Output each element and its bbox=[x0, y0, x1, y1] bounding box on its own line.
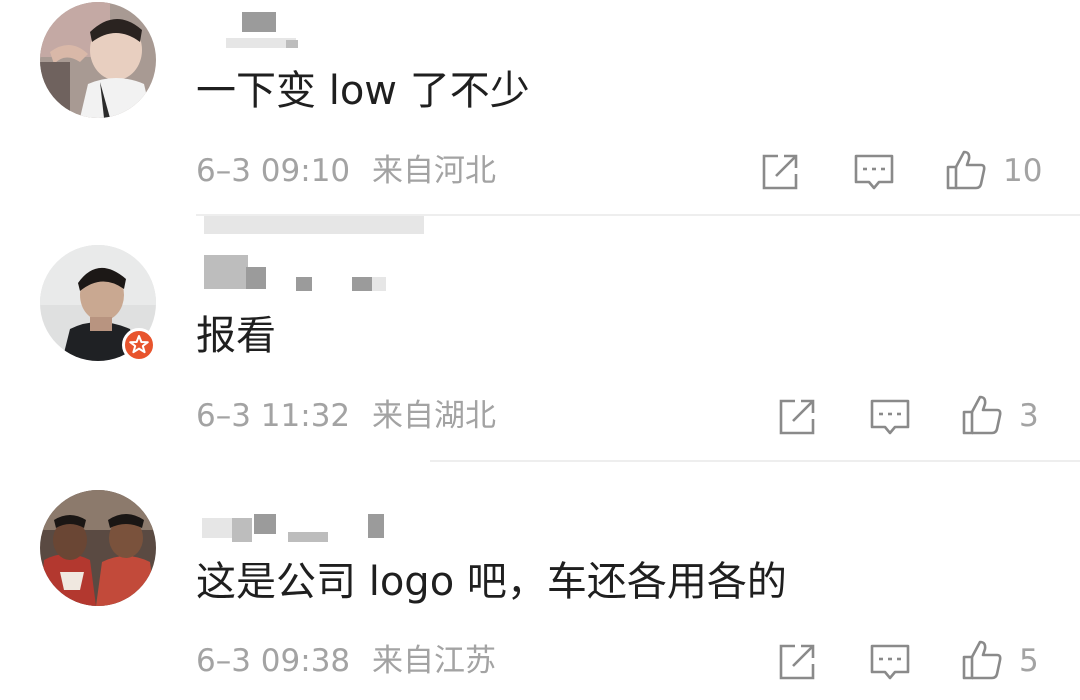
like-count: 10 bbox=[1003, 153, 1043, 189]
thumbs-up-icon bbox=[962, 395, 1002, 435]
verified-badge-icon bbox=[122, 328, 156, 362]
share-button[interactable] bbox=[758, 150, 802, 194]
like-count: 5 bbox=[1019, 643, 1039, 679]
reply-button[interactable] bbox=[868, 640, 912, 684]
share-icon bbox=[779, 644, 815, 680]
comment-text: 这是公司 logo 吧，车还各用各的 bbox=[196, 559, 787, 605]
comment-icon bbox=[870, 644, 910, 680]
comment-meta: 6–3 11:32 来自湖北 bbox=[196, 396, 496, 436]
share-icon bbox=[762, 154, 798, 190]
avatar-photo bbox=[40, 2, 156, 118]
comment-location: 来自江苏 bbox=[372, 643, 496, 679]
thumbs-up-icon bbox=[962, 640, 1002, 680]
like-button[interactable] bbox=[960, 638, 1004, 682]
share-button[interactable] bbox=[775, 395, 819, 439]
comment-meta: 6–3 09:38 来自江苏 bbox=[196, 641, 496, 681]
comment-item: 一下变 low 了不少 6–3 09:10 来自河北 10 bbox=[0, 0, 1080, 234]
reply-button[interactable] bbox=[868, 395, 912, 439]
comment-item: 报看 6–3 11:32 来自湖北 3 bbox=[0, 215, 1080, 462]
username-redacted[interactable] bbox=[196, 508, 456, 556]
comment-meta: 6–3 09:10 来自河北 bbox=[196, 151, 496, 191]
username-redacted[interactable] bbox=[196, 8, 456, 56]
avatar[interactable] bbox=[40, 490, 156, 606]
reply-button[interactable] bbox=[852, 150, 896, 194]
comment-icon bbox=[854, 154, 894, 190]
like-count: 3 bbox=[1019, 398, 1039, 434]
comment-text: 报看 bbox=[196, 313, 276, 359]
comment-item: 这是公司 logo 吧，车还各用各的 6–3 09:38 来自江苏 5 bbox=[0, 460, 1080, 700]
avatar-photo bbox=[40, 490, 156, 606]
comment-text: 一下变 low 了不少 bbox=[196, 68, 530, 114]
username-redacted[interactable] bbox=[196, 253, 456, 301]
comment-location: 来自湖北 bbox=[372, 398, 496, 434]
thumbs-up-icon bbox=[946, 150, 986, 190]
share-icon bbox=[779, 399, 815, 435]
avatar[interactable] bbox=[40, 2, 156, 118]
share-button[interactable] bbox=[775, 640, 819, 684]
like-button[interactable] bbox=[960, 393, 1004, 437]
like-button[interactable] bbox=[944, 148, 988, 192]
comment-date: 6–3 11:32 bbox=[196, 398, 351, 434]
comment-location: 来自河北 bbox=[372, 153, 496, 189]
comment-date: 6–3 09:10 bbox=[196, 153, 351, 189]
comment-icon bbox=[870, 399, 910, 435]
comment-date: 6–3 09:38 bbox=[196, 643, 351, 679]
